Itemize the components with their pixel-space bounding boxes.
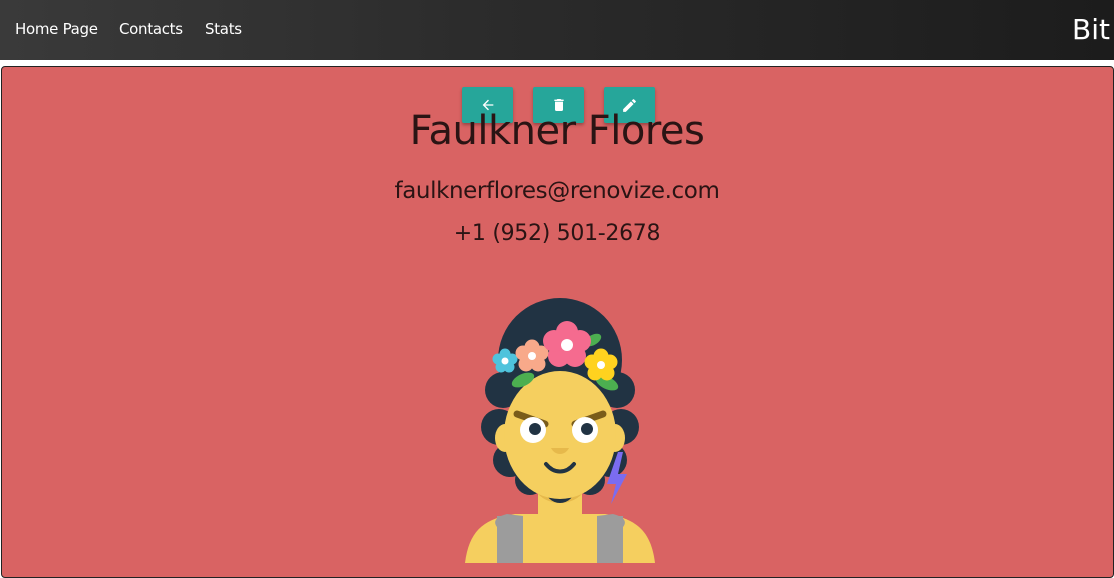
nav-home-link[interactable]: Home Page xyxy=(15,20,98,38)
top-navbar: Home Page Contacts Stats Bit xyxy=(0,0,1114,60)
contact-email: faulknerflores@renovize.com xyxy=(394,178,720,204)
contact-phone: +1 (952) 501-2678 xyxy=(453,221,661,246)
nav-stats-link[interactable]: Stats xyxy=(205,20,242,38)
brand-logo[interactable]: Bit xyxy=(1072,13,1110,46)
avatar-image xyxy=(465,298,655,563)
contact-name: Faulkner Flores xyxy=(409,108,705,154)
nav-contacts-link[interactable]: Contacts xyxy=(119,20,183,38)
